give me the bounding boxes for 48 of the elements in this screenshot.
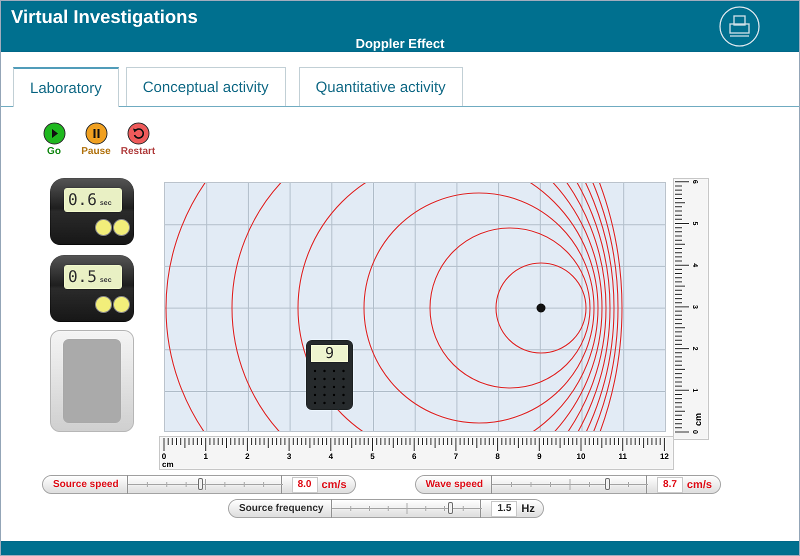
ruler-number: 12 bbox=[660, 452, 669, 461]
tab[interactable]: Laboratory bbox=[13, 67, 119, 107]
detector[interactable]: 9 bbox=[306, 340, 353, 410]
slider-thumb[interactable] bbox=[604, 478, 610, 490]
ruler-number: 6 bbox=[412, 452, 416, 461]
play-button[interactable] bbox=[42, 122, 66, 145]
source-dot[interactable] bbox=[536, 304, 546, 312]
ruler-number: 3 bbox=[286, 452, 292, 461]
slider-thumb[interactable] bbox=[448, 502, 453, 514]
ruler-number: 8 bbox=[495, 452, 500, 461]
tab[interactable]: Quantitative activity bbox=[298, 67, 463, 106]
ruler-number: 2 bbox=[245, 452, 250, 461]
detector-reading: 9 bbox=[311, 345, 348, 362]
unit-label: cm/s bbox=[322, 478, 347, 490]
ruler-number: 9 bbox=[537, 452, 542, 461]
ruler-number: 1 bbox=[203, 452, 208, 461]
unit-label: cm/s bbox=[686, 478, 712, 490]
ruler-number: 4 bbox=[328, 452, 334, 461]
value-field[interactable]: 8.7 bbox=[657, 476, 683, 492]
ruler-number: 10 bbox=[576, 452, 586, 461]
slider-label: Wave speed bbox=[426, 479, 484, 490]
time-reading: 0.5 bbox=[68, 266, 97, 288]
ruler-unit: cm bbox=[162, 460, 174, 469]
value-field[interactable]: 8.0 bbox=[292, 476, 318, 492]
tab[interactable]: Conceptual activity bbox=[126, 67, 286, 106]
ruler-number: 5 bbox=[370, 452, 375, 461]
app-title: Virtual Investigations bbox=[11, 6, 198, 28]
page-title: Doppler Effect bbox=[356, 36, 444, 51]
value-field[interactable]: 1.5 bbox=[491, 500, 518, 516]
restart-button[interactable] bbox=[126, 122, 150, 145]
ruler-number: 7 bbox=[454, 452, 458, 461]
ruler-number: 11 bbox=[618, 452, 627, 461]
control-label: Restart bbox=[120, 146, 156, 157]
ruler-unit: cm bbox=[693, 412, 703, 426]
slider-thumb[interactable] bbox=[198, 478, 204, 490]
print-icon[interactable] bbox=[719, 6, 760, 47]
time-reading: 0.6 bbox=[68, 189, 97, 211]
unit-label: Hz bbox=[521, 502, 535, 514]
slider-label: Source speed bbox=[53, 479, 119, 490]
stopwatch-button[interactable] bbox=[113, 296, 130, 313]
stopwatch-button[interactable] bbox=[95, 219, 112, 236]
slider-label: Source frequency bbox=[239, 503, 324, 514]
pause-button[interactable] bbox=[84, 122, 108, 145]
control-label: Go bbox=[47, 146, 61, 157]
stopwatch-button[interactable] bbox=[113, 219, 130, 236]
control-label: Pause bbox=[81, 146, 111, 157]
stopwatch-button[interactable] bbox=[95, 296, 112, 313]
ruler-number: 0 bbox=[162, 452, 166, 461]
